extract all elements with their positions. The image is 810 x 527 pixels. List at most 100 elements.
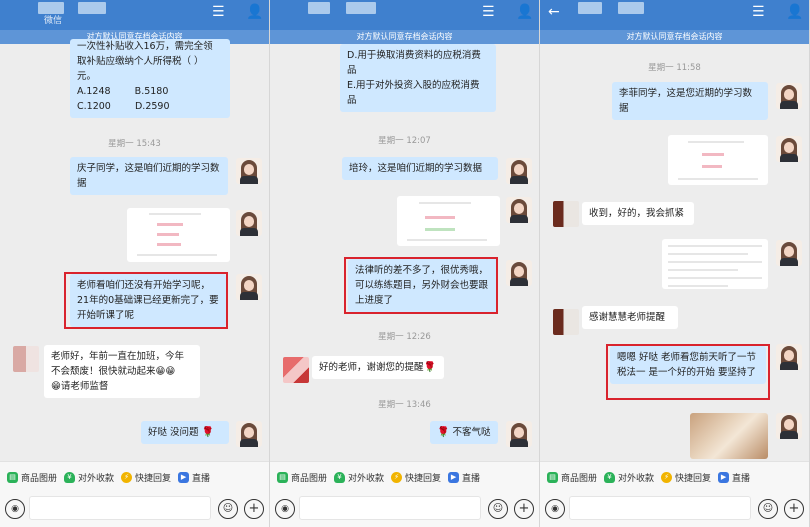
teacher-avatar[interactable]: [236, 274, 262, 300]
study-data-image[interactable]: [127, 208, 230, 262]
voice-icon[interactable]: ◉: [275, 499, 295, 519]
course-list-image[interactable]: [662, 239, 768, 289]
timestamp: 星期一 13:46: [378, 400, 431, 410]
timestamp: 星期一 12:07: [378, 136, 431, 146]
blurred-name: [308, 2, 330, 14]
teacher-avatar[interactable]: [506, 158, 532, 184]
reply-icon: ⚡: [661, 471, 673, 483]
teacher-avatar[interactable]: [236, 421, 262, 447]
message-bubble: 李菲同学，这是您近期的学习数据: [612, 82, 768, 120]
plus-icon[interactable]: +: [514, 499, 534, 519]
tool-live[interactable]: ▶ 直播: [178, 471, 210, 484]
header-bar: 微信 ☰ 👤: [0, 0, 269, 30]
student-avatar[interactable]: [553, 201, 579, 227]
album-icon: ▤: [277, 471, 288, 483]
chat-panel-2: ☰ 👤 对方默认同意存档会话内容 D.用于换取消费资料的应税消费 品 E.用于对…: [270, 0, 540, 527]
header-bar: ☰ 👤: [270, 0, 539, 30]
student-avatar[interactable]: [13, 346, 39, 372]
tool-quick-reply[interactable]: ⚡ 快捷回复: [121, 471, 171, 484]
list-icon[interactable]: ☰: [212, 4, 225, 20]
teacher-avatar[interactable]: [776, 136, 802, 162]
teacher-avatar[interactable]: [506, 197, 532, 223]
tool-payment[interactable]: ¥ 对外收款: [64, 471, 114, 484]
tool-product-album[interactable]: ▤ 商品图册: [547, 471, 597, 484]
student-avatar[interactable]: [283, 357, 309, 383]
voice-icon[interactable]: ◉: [545, 499, 565, 519]
archive-notice: 对方默认同意存档会话内容: [540, 30, 809, 44]
question-line: 品: [347, 95, 357, 106]
question-line: 一次性补贴收入16万，需完全领: [77, 41, 213, 52]
header-title: 微信: [44, 16, 63, 26]
message-bubble: 庆子同学，这是咱们近期的学习数据: [70, 157, 228, 195]
header-bar: ← ☰ 👤: [540, 0, 809, 30]
plus-icon[interactable]: +: [784, 499, 804, 519]
shield-icon: ¥: [334, 471, 346, 483]
teacher-avatar[interactable]: [506, 421, 532, 447]
message-input[interactable]: [569, 496, 751, 520]
question-line: E.用于对外投资入股的应税消费: [347, 80, 480, 91]
question-bubble: 一次性补贴收入16万，需完全领 取补贴应缴纳个人所得税（ ） 元。 A.1248…: [70, 39, 230, 118]
shield-icon: ¥: [64, 471, 76, 483]
teacher-avatar[interactable]: [776, 240, 802, 266]
emoji-icon[interactable]: ☺: [218, 499, 238, 519]
question-line: D.用于换取消费资料的应税消费: [347, 50, 481, 61]
tool-payment[interactable]: ¥ 对外收款: [334, 471, 384, 484]
highlight-box: [344, 257, 498, 314]
teacher-avatar[interactable]: [776, 413, 802, 439]
teacher-avatar[interactable]: [236, 158, 262, 184]
user-icon[interactable]: 👤: [246, 4, 263, 20]
list-icon[interactable]: ☰: [482, 4, 495, 20]
quick-toolbar: ▤ 商品图册 ¥ 对外收款 ⚡ 快捷回复 ▶ 直播: [270, 461, 539, 492]
question-line: 取补贴应缴纳个人所得税（ ）: [77, 56, 204, 67]
tool-product-album[interactable]: ▤ 商品图册: [7, 471, 57, 484]
student-reply-bubble: 感谢慧慧老师提醒: [582, 306, 678, 329]
quick-toolbar: ▤ 商品图册 ¥ 对外收款 ⚡ 快捷回复 ▶ 直播: [540, 461, 809, 492]
student-reply-bubble: 好的老师，谢谢您的提醒🌹: [312, 356, 444, 379]
album-icon: ▤: [7, 471, 18, 483]
teacher-avatar[interactable]: [776, 344, 802, 370]
user-icon[interactable]: 👤: [786, 4, 803, 20]
user-icon[interactable]: 👤: [516, 4, 533, 20]
input-bar: ◉ ☺ +: [540, 491, 809, 527]
teacher-avatar[interactable]: [236, 210, 262, 236]
emoji-icon[interactable]: ☺: [758, 499, 778, 519]
reply-icon: ⚡: [391, 471, 403, 483]
archive-notice: 对方默认同意存档会话内容: [270, 30, 539, 44]
screenshot-collage: 微信 ☰ 👤 对方默认同意存档会话内容 一次性补贴收入16万，需完全领 取补贴应…: [0, 0, 810, 527]
message-input[interactable]: [299, 496, 481, 520]
question-line: 元。: [77, 71, 97, 82]
live-icon: ▶: [448, 471, 460, 483]
back-arrow-icon[interactable]: ←: [548, 4, 560, 20]
input-bar: ◉ ☺ +: [0, 491, 269, 527]
question-line: 品: [347, 65, 357, 76]
teacher-avatar[interactable]: [776, 83, 802, 109]
voice-icon[interactable]: ◉: [5, 499, 25, 519]
timestamp: 星期一 12:26: [378, 332, 431, 342]
chat-panel-1: 微信 ☰ 👤 对方默认同意存档会话内容 一次性补贴收入16万，需完全领 取补贴应…: [0, 0, 270, 527]
tool-live[interactable]: ▶ 直播: [718, 471, 750, 484]
tool-payment[interactable]: ¥ 对外收款: [604, 471, 654, 484]
cat-photo[interactable]: [690, 413, 768, 459]
input-bar: ◉ ☺ +: [270, 491, 539, 527]
study-data-image[interactable]: [397, 196, 500, 246]
reply-line: 老师好，年前一直在加班，今年不会颓废！很快就动起来😁😁: [51, 351, 185, 377]
tool-quick-reply[interactable]: ⚡ 快捷回复: [391, 471, 441, 484]
message-bubble: 好哒 没问题 🌹: [141, 421, 229, 444]
plus-icon[interactable]: +: [244, 499, 264, 519]
live-icon: ▶: [178, 471, 190, 483]
blurred-name: [618, 2, 644, 14]
live-icon: ▶: [718, 471, 730, 483]
list-icon[interactable]: ☰: [752, 4, 765, 20]
emoji-icon[interactable]: ☺: [488, 499, 508, 519]
teacher-avatar[interactable]: [506, 260, 532, 286]
reply-line: 😁请老师监督: [51, 381, 109, 392]
study-data-image[interactable]: [668, 135, 768, 185]
tool-quick-reply[interactable]: ⚡ 快捷回复: [661, 471, 711, 484]
question-bubble: D.用于换取消费资料的应税消费 品 E.用于对外投资入股的应税消费 品: [340, 44, 496, 112]
message-input[interactable]: [29, 496, 211, 520]
tool-live[interactable]: ▶ 直播: [448, 471, 480, 484]
student-reply-bubble: 老师好，年前一直在加班，今年不会颓废！很快就动起来😁😁 😁请老师监督: [44, 345, 200, 398]
album-icon: ▤: [547, 471, 558, 483]
tool-product-album[interactable]: ▤ 商品图册: [277, 471, 327, 484]
student-avatar[interactable]: [553, 309, 579, 335]
